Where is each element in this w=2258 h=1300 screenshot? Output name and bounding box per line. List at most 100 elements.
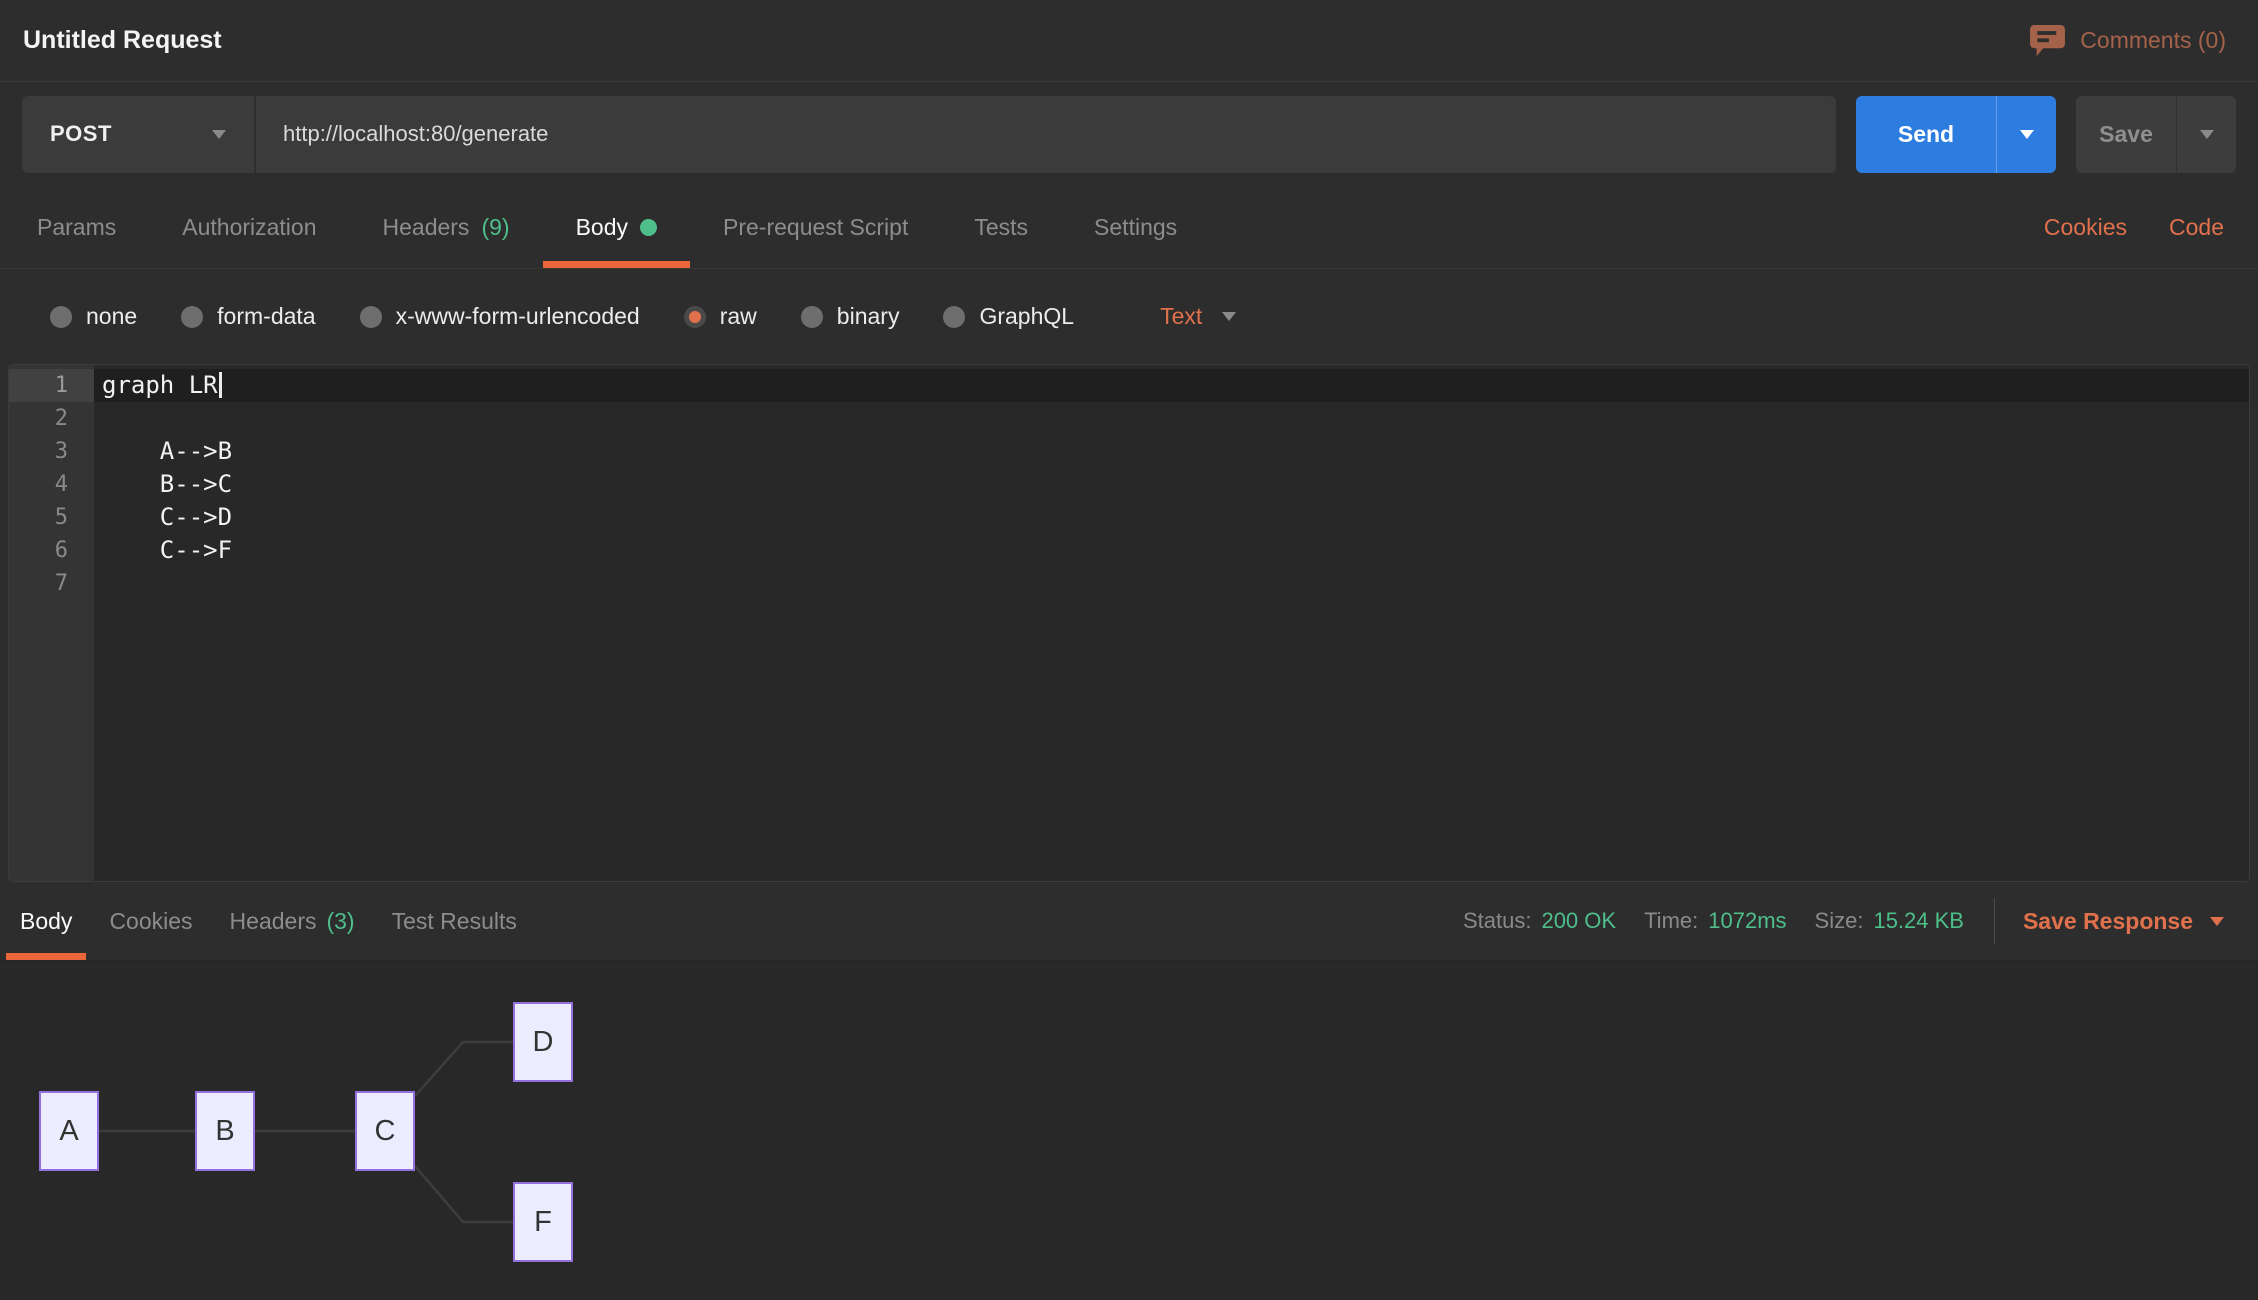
save-dropdown-button[interactable]	[2176, 96, 2236, 173]
tab-pre-request-script[interactable]: Pre-request Script	[690, 186, 941, 268]
line-number: 1	[9, 369, 94, 402]
tab-settings[interactable]: Settings	[1061, 186, 1210, 268]
method-label: POST	[50, 121, 112, 147]
radio-icon	[943, 306, 965, 328]
response-body-graph: ABCDF	[0, 960, 2258, 1300]
graph-node-d: D	[513, 1002, 573, 1082]
tab-label: Pre-request Script	[723, 214, 908, 241]
save-response-label: Save Response	[2023, 908, 2193, 935]
body-mode-none[interactable]: none	[50, 303, 137, 330]
line-code	[94, 402, 2249, 435]
graph-node-f: F	[513, 1182, 573, 1262]
tab-authorization[interactable]: Authorization	[149, 186, 349, 268]
size-value: 15.24 KB	[1873, 908, 1964, 934]
body-mode-options: none form-data x-www-form-urlencoded raw bin…	[50, 303, 1118, 330]
save-response-button[interactable]: Save Response	[2023, 908, 2224, 935]
tab-label: Body	[576, 214, 628, 241]
radio-icon	[684, 306, 706, 328]
line-code	[94, 567, 2249, 600]
raw-format-label: Text	[1160, 303, 1202, 330]
graph-edge-c-f	[415, 1166, 513, 1222]
line-code: B-->C	[94, 468, 2249, 501]
editor-line-7[interactable]: 7	[9, 567, 2249, 600]
tab-label: Body	[20, 908, 72, 935]
response-tab-body[interactable]: Body	[6, 882, 86, 960]
radio-icon	[360, 306, 382, 328]
body-mode-graphql[interactable]: GraphQL	[943, 303, 1074, 330]
editor-line-5[interactable]: 5 C-->D	[9, 501, 2249, 534]
size-label: Size:	[1815, 908, 1864, 934]
body-mode-raw[interactable]: raw	[684, 303, 757, 330]
response-meta: Status: 200 OK Time: 1072ms Size: 15.24 …	[1435, 882, 2224, 960]
line-number: 3	[9, 435, 94, 468]
editor-line-6[interactable]: 6 C-->F	[9, 534, 2249, 567]
body-mode-row: none form-data x-www-form-urlencoded raw bin…	[0, 269, 2258, 364]
editor-line-2[interactable]: 2	[9, 402, 2249, 435]
tab-label: Params	[37, 214, 116, 241]
tab-label: Settings	[1094, 214, 1177, 241]
line-code: C-->D	[94, 501, 2249, 534]
radio-label: x-www-form-urlencoded	[396, 303, 640, 330]
line-number: 4	[9, 468, 94, 501]
status-field: Status: 200 OK	[1463, 908, 1616, 934]
radio-icon	[801, 306, 823, 328]
radio-label: raw	[720, 303, 757, 330]
tab-count: (9)	[481, 214, 509, 241]
editor-line-4[interactable]: 4 B-->C	[9, 468, 2249, 501]
tab-label: Headers	[383, 214, 470, 241]
request-tabs-bar: Params Authorization Headers (9) Body Pre-req…	[0, 186, 2258, 269]
radio-icon	[181, 306, 203, 328]
radio-label: form-data	[217, 303, 315, 330]
tab-body[interactable]: Body	[543, 186, 690, 268]
response-tab-headers[interactable]: Headers(3)	[216, 882, 369, 960]
size-field: Size: 15.24 KB	[1815, 908, 1964, 934]
line-code: C-->F	[94, 534, 2249, 567]
tab-label: Authorization	[182, 214, 316, 241]
chevron-down-icon	[2200, 130, 2214, 139]
tabs-right-links: Cookies Code	[2044, 186, 2258, 268]
time-field: Time: 1072ms	[1644, 908, 1786, 934]
comments-button[interactable]: Comments (0)	[2030, 25, 2226, 57]
chevron-down-icon	[2020, 130, 2034, 139]
graph-node-c: C	[355, 1091, 415, 1171]
line-code: A-->B	[94, 435, 2249, 468]
editor-line-3[interactable]: 3 A-->B	[9, 435, 2249, 468]
time-value: 1072ms	[1708, 908, 1786, 934]
editor-line-1[interactable]: 1graph LR	[9, 369, 2249, 402]
save-split-button: Save	[2076, 96, 2236, 173]
request-builder-row: POST http://localhost:80/generate Send S…	[0, 82, 2258, 186]
tab-tests[interactable]: Tests	[941, 186, 1061, 268]
tab-headers[interactable]: Headers (9)	[350, 186, 543, 268]
request-body-editor[interactable]: 1graph LR23 A-->B4 B-->C5 C-->D6 C-->F7	[8, 364, 2250, 882]
comments-label: Comments (0)	[2080, 27, 2226, 54]
send-split-button: Send	[1856, 96, 2056, 173]
response-tab-cookies[interactable]: Cookies	[95, 882, 206, 960]
radio-label: GraphQL	[979, 303, 1074, 330]
body-mode-form-data[interactable]: form-data	[181, 303, 315, 330]
save-button[interactable]: Save	[2076, 96, 2176, 173]
response-header: Body CookiesHeaders(3) Test Results Status…	[0, 882, 2258, 960]
raw-format-select[interactable]: Text	[1160, 303, 1236, 330]
request-tabs: Params Authorization Headers (9) Body Pre-req…	[4, 186, 1210, 268]
tab-params[interactable]: Params	[4, 186, 149, 268]
text-cursor	[219, 372, 222, 398]
method-select[interactable]: POST	[22, 96, 254, 173]
radio-label: none	[86, 303, 137, 330]
comment-icon	[2030, 25, 2065, 57]
time-label: Time:	[1644, 908, 1698, 934]
send-dropdown-button[interactable]	[1996, 96, 2056, 173]
response-tab-test-results[interactable]: Test Results	[378, 882, 531, 960]
send-button[interactable]: Send	[1856, 96, 1996, 173]
body-mode-x-www-form-urlencoded[interactable]: x-www-form-urlencoded	[360, 303, 640, 330]
graph-edges	[0, 961, 2258, 1300]
line-number: 5	[9, 501, 94, 534]
response-tabs: Body CookiesHeaders(3) Test Results	[6, 882, 540, 960]
graph-edge-c-d	[415, 1042, 513, 1096]
body-mode-binary[interactable]: binary	[801, 303, 900, 330]
code-link[interactable]: Code	[2169, 214, 2224, 241]
url-bar: POST http://localhost:80/generate	[22, 96, 1836, 173]
body-filled-dot-icon	[640, 219, 657, 236]
tab-label: Test Results	[392, 908, 517, 935]
cookies-link[interactable]: Cookies	[2044, 214, 2127, 241]
url-input[interactable]: http://localhost:80/generate	[256, 96, 1836, 173]
